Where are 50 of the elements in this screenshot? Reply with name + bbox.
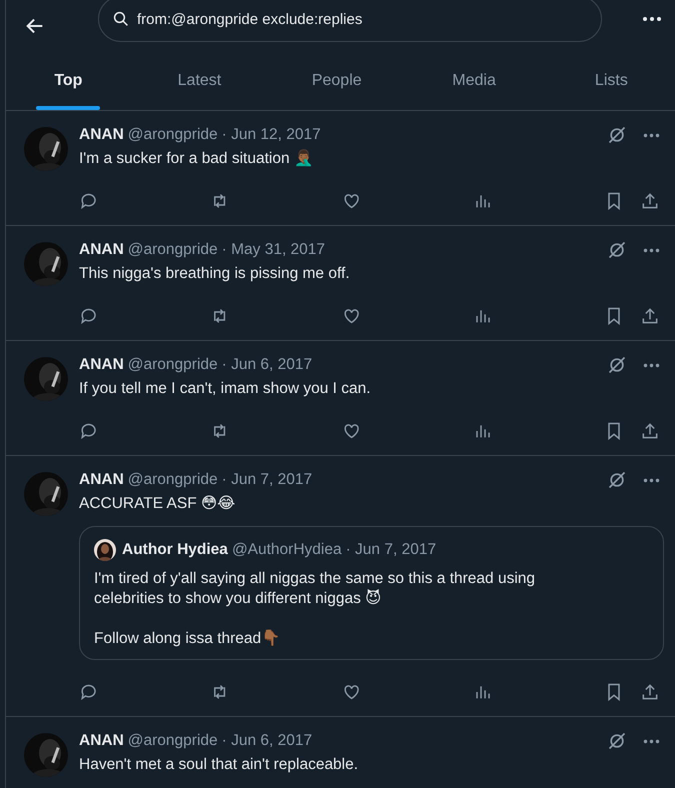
tab[interactable]: Lists	[542, 52, 675, 110]
quoted-tweet[interactable]: Author Hydiea @AuthorHydiea · Jun 7, 2017 I'm tired of y'all saying all niggas the same so this a thread using celebrities to show you different niggas 😈 Follow along issa thread👇🏾	[79, 526, 664, 660]
reply-icon[interactable]	[79, 306, 98, 326]
share-icon[interactable]	[640, 191, 660, 211]
tweet-date[interactable]: · May 31, 2017	[222, 241, 326, 259]
like-icon[interactable]	[342, 421, 361, 441]
share-icon[interactable]	[640, 682, 660, 702]
share-icon[interactable]	[640, 421, 660, 441]
author-name[interactable]: ANAN	[79, 126, 124, 144]
tab[interactable]: Top	[6, 52, 131, 110]
tweet-date[interactable]: · Jun 6, 2017	[222, 356, 312, 374]
quoted-text: I'm tired of y'all saying all niggas the same so this a thread using celebrities to show you different niggas 😈	[94, 569, 536, 609]
author-name[interactable]: ANAN	[79, 471, 124, 489]
tweet-date[interactable]: · Jun 6, 2017	[222, 732, 312, 750]
author-name[interactable]: Author Hydiea	[122, 541, 228, 559]
tweet-date[interactable]: · Jun 12, 2017	[222, 126, 321, 144]
reply-icon[interactable]	[79, 682, 98, 702]
author-handle[interactable]: @arongpride	[128, 241, 218, 259]
quoted-text: Follow along issa thread👇🏾	[94, 629, 282, 649]
author-handle[interactable]: @arongpride	[128, 126, 218, 144]
tab[interactable]: People	[268, 52, 406, 110]
search-field[interactable]: from:@arongpride exclude:replies	[98, 0, 602, 42]
tweet-text: I'm a sucker for a bad situation 🤦🏾‍♂	[79, 149, 314, 169]
author-handle[interactable]: @AuthorHydiea	[232, 541, 342, 559]
share-icon[interactable]	[640, 306, 660, 326]
author-name[interactable]: ANAN	[79, 241, 124, 259]
author-handle[interactable]: @arongpride	[128, 356, 218, 374]
tweet-text: ACCURATE ASF 😳😂	[79, 494, 236, 514]
tweet-date[interactable]: · Jun 7, 2017	[346, 541, 436, 559]
reply-icon[interactable]	[79, 421, 98, 441]
tweet-date[interactable]: · Jun 7, 2017	[222, 471, 312, 489]
search-icon	[112, 10, 130, 28]
more-icon[interactable]	[643, 362, 660, 368]
like-icon[interactable]	[342, 682, 361, 702]
author-name[interactable]: ANAN	[79, 732, 124, 750]
like-icon[interactable]	[342, 306, 361, 326]
tweet-text: Haven't met a soul that ain't replaceable.	[79, 755, 360, 775]
tab[interactable]: Latest	[130, 52, 268, 110]
author-handle[interactable]: @arongpride	[128, 732, 218, 750]
tab[interactable]: Media	[405, 52, 543, 110]
like-icon[interactable]	[342, 191, 361, 211]
more-icon[interactable]	[643, 132, 660, 138]
author-name[interactable]: ANAN	[79, 356, 124, 374]
more-icon[interactable]	[643, 738, 660, 744]
more-icon[interactable]	[643, 478, 660, 482]
tweet-text: If you tell me I can't, imam show you I can.	[79, 379, 372, 399]
tweet-text: This nigga's breathing is pissing me off.	[79, 264, 351, 284]
more-icon[interactable]	[643, 248, 660, 252]
reply-icon[interactable]	[79, 191, 98, 211]
author-handle[interactable]: @arongpride	[128, 471, 218, 489]
